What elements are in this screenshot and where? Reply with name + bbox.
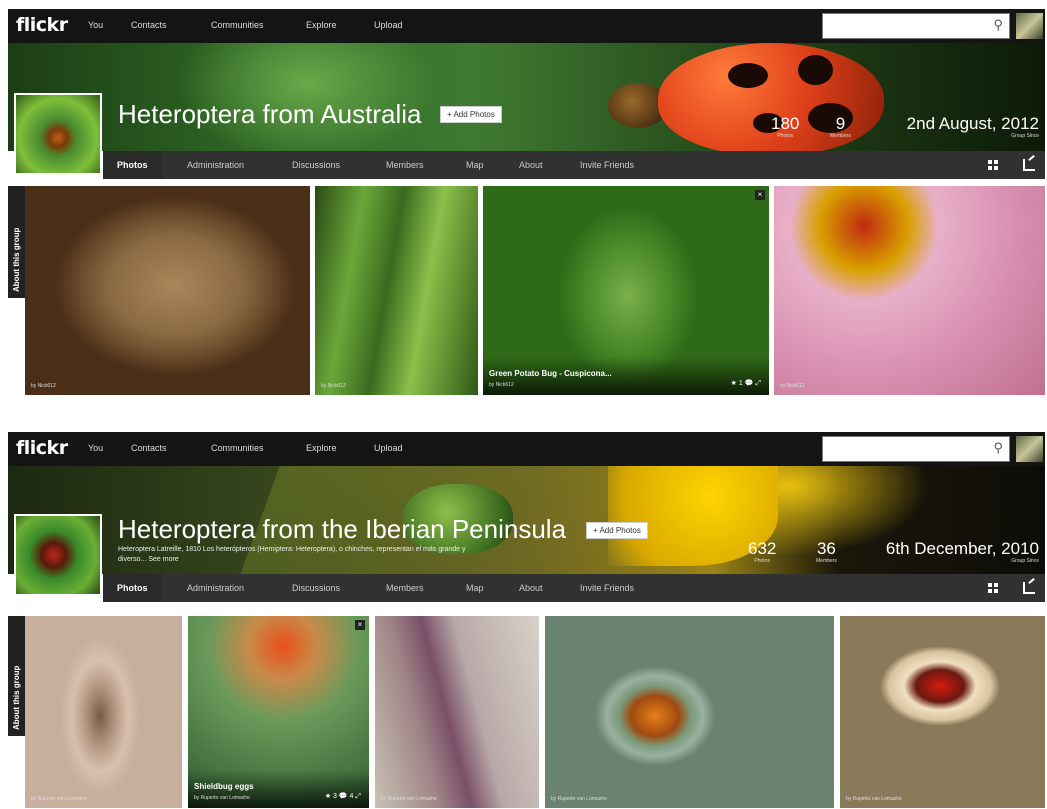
add-photos-button[interactable]: + Add Photos	[440, 106, 502, 123]
tab-members[interactable]: Members	[386, 574, 424, 602]
photo-grid: by Ruperto van Lomashe × Shieldbug eggs …	[8, 616, 1045, 808]
search-icon[interactable]: ⚲	[993, 17, 1003, 33]
group-since: 2nd August, 2012 Group Since	[906, 114, 1039, 140]
tab-photos[interactable]: Photos	[103, 151, 162, 179]
photo-byline[interactable]: by Ruperto van Lomashe	[846, 796, 902, 802]
photo-stats[interactable]: ★ 1 💬 ⤢	[731, 379, 761, 388]
add-photos-button[interactable]: + Add Photos	[586, 522, 648, 539]
group-cover-photo: 180 Photos 9 Members 2nd August, 2012 Gr…	[8, 43, 1045, 151]
nav-explore[interactable]: Explore	[306, 443, 337, 453]
tab-discussions[interactable]: Discussions	[292, 574, 340, 602]
grid-view-icon[interactable]	[988, 160, 999, 171]
photo-caption: Green Potato Bug - Cuspicona... by Nick6…	[483, 357, 769, 395]
tab-discussions[interactable]: Discussions	[292, 151, 340, 179]
nav-upload[interactable]: Upload	[374, 443, 403, 453]
photo-tile[interactable]: × Green Potato Bug - Cuspicona... by Nic…	[483, 186, 769, 395]
tab-administration[interactable]: Administration	[187, 574, 244, 602]
photo-byline[interactable]: by Nick612	[31, 383, 56, 389]
photo-tile[interactable]: × Shieldbug eggs by Ruperto van Lomashe …	[188, 616, 369, 808]
group-title: Heteroptera from Australia	[118, 99, 422, 129]
tab-administration[interactable]: Administration	[187, 151, 244, 179]
about-this-group-tab[interactable]: About this group	[8, 186, 25, 298]
photo-byline[interactable]: by Nick612	[321, 383, 346, 389]
user-avatar[interactable]	[1016, 436, 1043, 462]
group-avatar[interactable]	[14, 93, 102, 175]
photo-title[interactable]: Green Potato Bug - Cuspicona...	[489, 369, 612, 378]
flickr-logo[interactable]: flickr	[16, 14, 68, 36]
tab-photos[interactable]: Photos	[103, 574, 162, 602]
flickr-logo[interactable]: flickr	[16, 437, 68, 459]
user-avatar[interactable]	[1016, 13, 1043, 39]
close-icon[interactable]: ×	[355, 620, 365, 630]
grid-view-icon[interactable]	[988, 583, 999, 594]
group-description[interactable]: Heteroptera Latreille, 1810 Los heterópt…	[118, 545, 478, 565]
close-icon[interactable]: ×	[755, 190, 765, 200]
photo-grid: by Nick612 by Nick612 × Green Potato Bug…	[8, 186, 1045, 395]
tab-invite-friends[interactable]: Invite Friends	[580, 574, 634, 602]
tab-about[interactable]: About	[519, 574, 543, 602]
search-icon[interactable]: ⚲	[993, 440, 1003, 456]
search-input[interactable]: ⚲	[822, 13, 1010, 39]
nav-contacts[interactable]: Contacts	[131, 20, 167, 30]
photo-byline[interactable]: by Ruperto van Lomashe	[194, 795, 250, 801]
nav-contacts[interactable]: Contacts	[131, 443, 167, 453]
nav-communities[interactable]: Communities	[211, 20, 264, 30]
share-icon[interactable]	[1023, 582, 1035, 594]
nav-communities[interactable]: Communities	[211, 443, 264, 453]
photo-byline[interactable]: by Nick612	[489, 382, 514, 388]
photos-stat: 632 Photos	[748, 539, 777, 565]
photo-tile[interactable]: by Ruperto van Lomashe	[545, 616, 834, 808]
photo-stats[interactable]: ★ 3 💬 4 ⤢	[325, 792, 361, 801]
photo-byline[interactable]: by Ruperto van Lomashe	[551, 796, 607, 802]
about-this-group-tab[interactable]: About this group	[8, 616, 25, 736]
top-nav-bar: flickr You Contacts Communities Explore …	[8, 9, 1045, 43]
photo-byline[interactable]: by Ruperto van Lomashe	[31, 796, 87, 802]
tab-invite-friends[interactable]: Invite Friends	[580, 151, 634, 179]
photo-byline[interactable]: by Nick612	[780, 383, 805, 389]
photo-title[interactable]: Shieldbug eggs	[194, 782, 254, 791]
group-since: 6th December, 2010 Group Since	[885, 539, 1039, 565]
nav-explore[interactable]: Explore	[306, 20, 337, 30]
members-stat: 36 Members	[816, 539, 837, 565]
photo-tile[interactable]: by Ruperto van Lomashe	[840, 616, 1045, 808]
members-stat: 9 Members	[830, 114, 851, 140]
group-title: Heteroptera from the Iberian Peninsula	[118, 514, 567, 544]
share-icon[interactable]	[1023, 159, 1035, 171]
search-input[interactable]: ⚲	[822, 436, 1010, 462]
group-tabs: Photos Administration Discussions Member…	[103, 574, 1045, 602]
tab-about[interactable]: About	[519, 151, 543, 179]
photo-tile[interactable]: by Ruperto van Lomashe	[25, 616, 182, 808]
tab-map[interactable]: Map	[466, 151, 484, 179]
photos-stat: 180 Photos	[771, 114, 800, 140]
group-page-australia: flickr You Contacts Communities Explore …	[8, 9, 1045, 395]
tab-members[interactable]: Members	[386, 151, 424, 179]
nav-you[interactable]: You	[88, 443, 103, 453]
group-tabs: Photos Administration Discussions Member…	[103, 151, 1045, 179]
tab-map[interactable]: Map	[466, 574, 484, 602]
nav-you[interactable]: You	[88, 20, 103, 30]
photo-tile[interactable]: by Nick612	[315, 186, 478, 395]
photo-tile[interactable]: by Nick612	[774, 186, 1045, 395]
nav-upload[interactable]: Upload	[374, 20, 403, 30]
group-page-iberian: flickr You Contacts Communities Explore …	[8, 432, 1045, 808]
photo-tile[interactable]: by Nick612	[25, 186, 310, 395]
photo-byline[interactable]: by Ruperto van Lomashe	[381, 796, 437, 802]
top-nav-bar: flickr You Contacts Communities Explore …	[8, 432, 1045, 466]
photo-tile[interactable]: by Ruperto van Lomashe	[375, 616, 539, 808]
photo-caption: Shieldbug eggs by Ruperto van Lomashe ★ …	[188, 770, 369, 808]
group-avatar[interactable]	[14, 514, 102, 596]
